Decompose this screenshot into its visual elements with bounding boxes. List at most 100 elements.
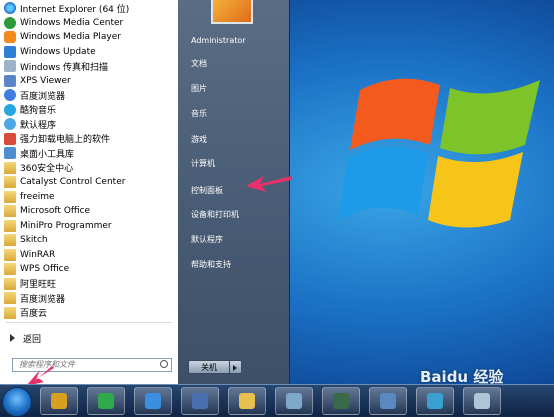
program-item[interactable]: freeime	[4, 190, 174, 204]
program-label: Internet Explorer (64 位)	[20, 4, 130, 15]
360-icon	[98, 393, 114, 409]
program-item[interactable]: Windows Media Player	[4, 30, 174, 44]
windows-update-icon	[4, 45, 16, 58]
right-link[interactable]: 音乐	[191, 108, 207, 119]
program-label: Microsoft Office	[20, 206, 91, 216]
program-label: Skitch	[20, 235, 48, 245]
right-link[interactable]: 设备和打印机	[191, 209, 239, 220]
program-item[interactable]: WPS Office	[4, 262, 174, 276]
program-item[interactable]: 百度浏览器	[4, 88, 174, 102]
program-label: 强力卸载电脑上的软件	[20, 135, 111, 145]
right-link[interactable]: 控制面板	[191, 185, 223, 196]
program-item[interactable]: Windows Media Center	[4, 16, 174, 30]
program-label: 360安全中心	[20, 164, 74, 174]
program-label: 酷狗音乐	[20, 106, 57, 116]
taskbar-button[interactable]	[134, 387, 172, 415]
program-label: 默认程序	[20, 120, 57, 131]
program-item[interactable]: Skitch	[4, 233, 174, 247]
folder-icon	[4, 277, 16, 290]
program-item[interactable]: 百度浏览器	[4, 291, 174, 305]
kugou-music-icon	[4, 103, 16, 116]
program-item[interactable]: Windows Update	[4, 45, 174, 59]
windows-logo-wallpaper	[338, 78, 540, 228]
program-label: 阿里旺旺	[20, 280, 57, 290]
pointer-arrow-icon	[246, 176, 292, 192]
media-player-icon	[4, 31, 16, 43]
program-item[interactable]: 酷狗音乐	[4, 103, 174, 117]
right-link[interactable]: 文档	[191, 58, 207, 69]
monitor-icon	[333, 393, 349, 409]
gadgets-icon	[4, 147, 16, 159]
taskbar-button[interactable]	[181, 387, 219, 415]
window-icon	[474, 393, 490, 409]
folder-icon	[4, 176, 16, 188]
program-label: 桌面小工具库	[20, 149, 75, 160]
program-label: Windows Media Center	[20, 17, 124, 28]
taskbar	[0, 384, 554, 417]
back-button[interactable]: 返回	[4, 330, 174, 346]
taskbar-button[interactable]	[322, 387, 360, 415]
folder-icon	[4, 263, 16, 275]
folder-icon	[4, 248, 16, 261]
program-label: Windows Update	[20, 46, 96, 57]
right-link[interactable]: 图片	[191, 83, 207, 94]
program-label: Catalyst Control Center	[20, 177, 126, 187]
taskbar-button[interactable]	[416, 387, 454, 415]
back-arrow-icon	[10, 334, 15, 342]
program-label: MiniPro Programmer	[20, 220, 112, 231]
explorer-icon	[239, 393, 255, 409]
control-panel-icon	[380, 393, 396, 409]
programs-pane: Internet Explorer (64 位) Windows Media Ce…	[0, 0, 179, 384]
folder-icon	[4, 205, 16, 217]
program-item[interactable]: WinRAR	[4, 248, 174, 262]
program-item[interactable]: 阿里旺旺	[4, 277, 174, 291]
back-label: 返回	[23, 334, 42, 345]
right-link[interactable]: 计算机	[191, 158, 215, 169]
user-avatar[interactable]	[211, 0, 253, 24]
taskbar-button[interactable]	[87, 387, 125, 415]
fax-scan-icon	[4, 60, 16, 72]
right-link[interactable]: Administrator	[191, 36, 246, 45]
program-item[interactable]: Internet Explorer (64 位)	[4, 1, 174, 15]
program-label: WPS Office	[20, 264, 70, 274]
taskbar-button[interactable]	[275, 387, 313, 415]
program-item[interactable]: 桌面小工具库	[4, 146, 174, 160]
default-programs-icon	[4, 118, 16, 130]
taskbar-button[interactable]	[228, 387, 266, 415]
folder-icon	[4, 306, 16, 319]
uninstall-icon	[4, 132, 16, 145]
program-item[interactable]: Catalyst Control Center	[4, 175, 174, 189]
program-item[interactable]: 强力卸载电脑上的软件	[4, 132, 174, 146]
separator	[6, 322, 172, 323]
program-item[interactable]: 百度云	[4, 306, 174, 320]
program-label: 百度浏览器	[20, 91, 66, 102]
ie-icon	[4, 2, 16, 14]
right-link[interactable]: 默认程序	[191, 234, 223, 245]
shutdown-options-arrow-icon[interactable]	[230, 360, 242, 374]
program-item[interactable]: MiniPro Programmer	[4, 219, 174, 233]
program-label: freeime	[20, 191, 55, 202]
network-icon	[192, 393, 208, 409]
program-item[interactable]: 默认程序	[4, 117, 174, 131]
program-item[interactable]: XPS Viewer	[4, 74, 174, 88]
program-label: WinRAR	[20, 249, 56, 260]
program-item[interactable]: Windows 传真和扫描	[4, 59, 174, 73]
folder-icon	[4, 292, 16, 304]
taskbar-button[interactable]	[369, 387, 407, 415]
program-label: Windows 传真和扫描	[20, 62, 109, 73]
right-link[interactable]: 帮助和支持	[191, 259, 231, 270]
search-icon[interactable]	[160, 360, 168, 368]
program-item[interactable]: Microsoft Office	[4, 204, 174, 218]
taskbar-button[interactable]	[463, 387, 501, 415]
folder-icon	[4, 219, 16, 232]
taskbar-button[interactable]	[40, 387, 78, 415]
program-label: 百度云	[20, 309, 48, 319]
start-button[interactable]	[2, 387, 32, 417]
program-label: XPS Viewer	[20, 75, 71, 86]
program-item[interactable]: 360安全中心	[4, 161, 174, 175]
xps-viewer-icon	[4, 74, 16, 87]
search-tool-icon	[51, 393, 67, 409]
document-icon	[286, 393, 302, 409]
right-link[interactable]: 游戏	[191, 134, 207, 145]
shutdown-button[interactable]: 关机	[188, 360, 230, 374]
